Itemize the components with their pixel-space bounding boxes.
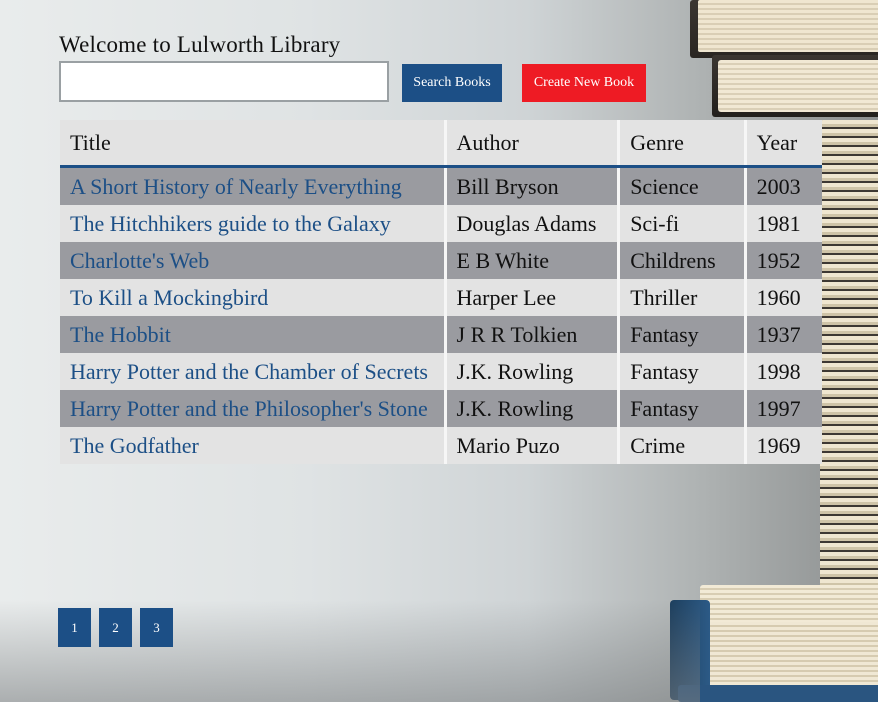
book-genre-cell: Fantasy <box>618 390 747 427</box>
book-year-cell: 2003 <box>745 166 822 205</box>
pagination: 1 2 3 <box>58 608 173 647</box>
book-genre-cell: Sci-fi <box>618 205 747 242</box>
book-author-cell: J R R Tolkien <box>445 316 621 353</box>
page-title: Welcome to Lulworth Library <box>59 32 341 57</box>
table-row: The Hobbit J R R Tolkien Fantasy 1937 <box>60 316 822 353</box>
table-row: Charlotte's Web E B White Childrens 1952 <box>60 242 822 279</box>
book-year-cell: 1981 <box>745 205 822 242</box>
column-header-genre[interactable]: Genre <box>618 120 747 168</box>
book-author-cell: Harper Lee <box>445 279 621 316</box>
book-genre-cell: Childrens <box>618 242 747 279</box>
book-title-cell: The Hitchhikers guide to the Galaxy <box>60 205 447 242</box>
book-genre-cell: Thriller <box>618 279 747 316</box>
book-year-cell: 1952 <box>745 242 822 279</box>
table-row: Harry Potter and the Philosopher's Stone… <box>60 390 822 427</box>
page-button-1[interactable]: 1 <box>58 608 91 647</box>
book-title-cell: Charlotte's Web <box>60 242 447 279</box>
search-books-button[interactable]: Search Books <box>402 64 502 102</box>
book-genre-cell: Fantasy <box>618 353 747 390</box>
book-title-link[interactable]: Harry Potter and the Philosopher's Stone <box>70 396 428 421</box>
book-title-cell: A Short History of Nearly Everything <box>60 166 447 205</box>
book-title-link[interactable]: The Godfather <box>70 433 199 458</box>
books-table: Title Author Genre Year A Short History … <box>60 120 822 464</box>
book-year-cell: 1997 <box>745 390 822 427</box>
book-title-link[interactable]: Charlotte's Web <box>70 248 209 273</box>
book-title-link[interactable]: To Kill a Mockingbird <box>70 285 268 310</box>
book-title-cell: To Kill a Mockingbird <box>60 279 447 316</box>
book-title-link[interactable]: A Short History of Nearly Everything <box>70 174 402 199</box>
column-header-author[interactable]: Author <box>445 120 621 168</box>
page-button-2[interactable]: 2 <box>99 608 132 647</box>
book-author-cell: Bill Bryson <box>445 166 621 205</box>
create-new-book-button[interactable]: Create New Book <box>522 64 646 102</box>
book-author-cell: J.K. Rowling <box>445 390 621 427</box>
book-author-cell: J.K. Rowling <box>445 353 621 390</box>
page-button-3[interactable]: 3 <box>140 608 173 647</box>
table-row: A Short History of Nearly Everything Bil… <box>60 166 822 205</box>
book-year-cell: 1998 <box>745 353 822 390</box>
book-author-cell: Douglas Adams <box>445 205 621 242</box>
book-title-cell: The Hobbit <box>60 316 447 353</box>
book-title-cell: The Godfather <box>60 427 447 464</box>
column-header-year[interactable]: Year <box>745 120 822 168</box>
search-input[interactable] <box>59 61 389 102</box>
table-row: The Hitchhikers guide to the Galaxy Doug… <box>60 205 822 242</box>
book-title-link[interactable]: Harry Potter and the Chamber of Secrets <box>70 359 428 384</box>
library-page: Welcome to Lulworth Library Search Books… <box>0 0 878 702</box>
book-genre-cell: Science <box>618 166 747 205</box>
book-year-cell: 1960 <box>745 279 822 316</box>
book-author-cell: E B White <box>445 242 621 279</box>
book-title-link[interactable]: The Hobbit <box>70 322 171 347</box>
book-year-cell: 1937 <box>745 316 822 353</box>
table-row: To Kill a Mockingbird Harper Lee Thrille… <box>60 279 822 316</box>
book-genre-cell: Fantasy <box>618 316 747 353</box>
table-header-row: Title Author Genre Year <box>60 120 822 168</box>
column-header-title[interactable]: Title <box>60 120 447 168</box>
table-row: Harry Potter and the Chamber of Secrets … <box>60 353 822 390</box>
book-year-cell: 1969 <box>745 427 822 464</box>
book-title-cell: Harry Potter and the Philosopher's Stone <box>60 390 447 427</box>
book-author-cell: Mario Puzo <box>445 427 621 464</box>
book-genre-cell: Crime <box>618 427 747 464</box>
book-title-link[interactable]: The Hitchhikers guide to the Galaxy <box>70 211 391 236</box>
book-title-cell: Harry Potter and the Chamber of Secrets <box>60 353 447 390</box>
table-row: The Godfather Mario Puzo Crime 1969 <box>60 427 822 464</box>
